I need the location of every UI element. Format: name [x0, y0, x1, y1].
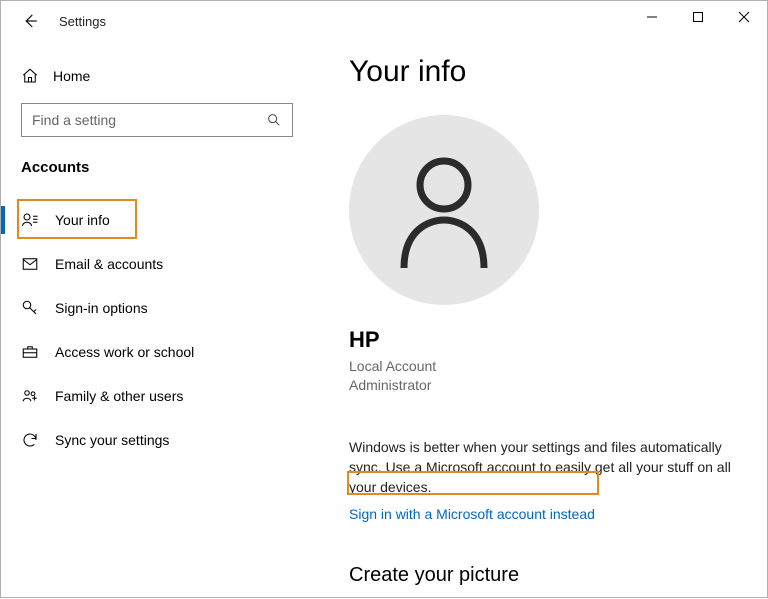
page-title: Your info [349, 55, 739, 89]
search-placeholder: Find a setting [32, 112, 116, 128]
nav-label: Sign-in options [55, 300, 148, 316]
your-info-icon [21, 211, 39, 229]
category-heading: Accounts [21, 159, 293, 176]
nav-email-accounts[interactable]: Email & accounts [1, 242, 293, 286]
user-name: HP [349, 327, 739, 353]
back-button[interactable] [19, 10, 41, 32]
nav-label: Access work or school [55, 344, 194, 360]
email-icon [21, 255, 39, 273]
nav-label: Sync your settings [55, 432, 169, 448]
nav-access-work-school[interactable]: Access work or school [1, 330, 293, 374]
minimize-button[interactable] [629, 1, 675, 33]
sidebar: Home Find a setting Accounts Your info [1, 41, 311, 599]
account-role: Administrator [349, 376, 739, 395]
avatar [349, 115, 539, 305]
home-label: Home [53, 68, 90, 84]
briefcase-icon [21, 343, 39, 361]
nav-your-info[interactable]: Your info [1, 198, 293, 242]
nav-label: Email & accounts [55, 256, 163, 272]
nav-signin-options[interactable]: Sign-in options [1, 286, 293, 330]
signin-microsoft-link[interactable]: Sign in with a Microsoft account instead [349, 506, 595, 522]
home-nav[interactable]: Home [21, 67, 293, 85]
search-input[interactable]: Find a setting [21, 103, 293, 137]
sync-description: Windows is better when your settings and… [349, 437, 739, 498]
account-type: Local Account [349, 357, 739, 376]
close-button[interactable] [721, 1, 767, 33]
nav-family-other-users[interactable]: Family & other users [1, 374, 293, 418]
person-icon [389, 150, 499, 270]
create-picture-heading: Create your picture [349, 564, 739, 587]
nav-sync-settings[interactable]: Sync your settings [1, 418, 293, 462]
home-icon [21, 67, 39, 85]
key-icon [21, 299, 39, 317]
nav-label: Your info [55, 212, 110, 228]
search-icon [266, 112, 282, 128]
window-title: Settings [59, 14, 106, 29]
nav-label: Family & other users [55, 388, 183, 404]
maximize-button[interactable] [675, 1, 721, 33]
main-content: Your info HP Local Account Administrator… [311, 41, 767, 599]
sync-icon [21, 431, 39, 449]
people-icon [21, 387, 39, 405]
